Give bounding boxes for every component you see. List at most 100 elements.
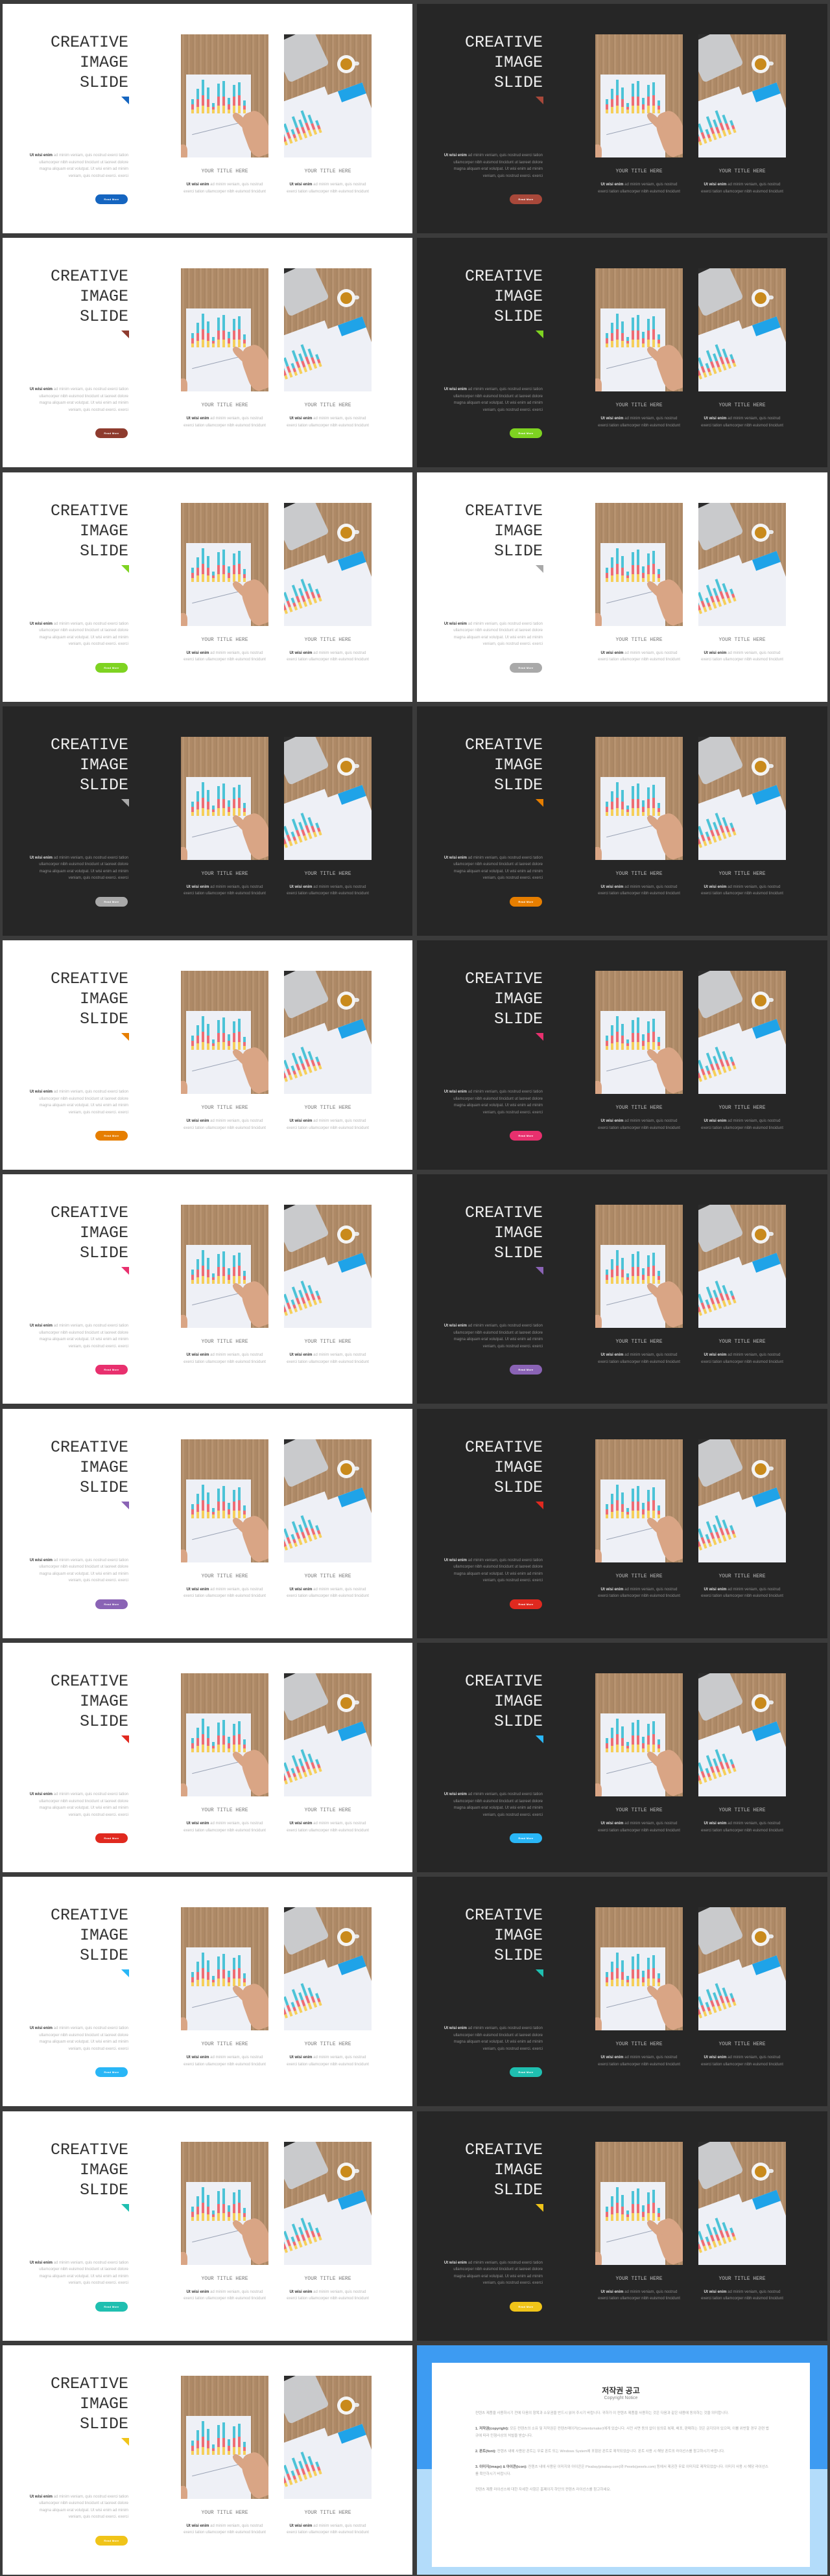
- emphasis-text: Ut wisi enim: [444, 1558, 467, 1562]
- slide[interactable]: CREATIVE IMAGE SLIDE Ut wisi enim ad minim …: [417, 2111, 827, 2341]
- read-more-button[interactable]: Read More: [95, 662, 128, 673]
- chart-bar: [313, 831, 318, 838]
- read-more-button[interactable]: Read More: [95, 2535, 128, 2546]
- read-more-button[interactable]: Read More: [95, 428, 128, 439]
- chart-bar: [717, 1771, 722, 1778]
- slide[interactable]: CREATIVE IMAGE SLIDE Ut wisi enim ad minim …: [417, 940, 827, 1170]
- card-title: YOUR TITLE HERE: [718, 870, 766, 877]
- chart-bar: [642, 800, 645, 807]
- chart-bar: [642, 1743, 645, 1749]
- emphasis-text: Ut wisi enim: [444, 1090, 467, 1095]
- slide[interactable]: CREATIVE IMAGE SLIDE Ut wisi enim ad minim …: [3, 1877, 412, 2107]
- chart-bar: [626, 1748, 629, 1753]
- chart-bar: [294, 371, 298, 377]
- slide[interactable]: CREATIVE IMAGE SLIDE Ut wisi enim ad minim …: [417, 1174, 827, 1404]
- chart-bar: [243, 802, 246, 808]
- chart-bar: [307, 1519, 313, 1529]
- slide[interactable]: CREATIVE IMAGE SLIDE Ut wisi enim ad minim …: [3, 2111, 412, 2341]
- chart-bar: [652, 1510, 655, 1518]
- chart-bar: [217, 2203, 220, 2213]
- coffee-cup-image: [752, 2162, 770, 2181]
- chart-bar: [217, 106, 220, 113]
- chart-bar: [298, 367, 303, 375]
- chart-bar: [303, 367, 308, 373]
- read-more-button[interactable]: Read More: [95, 1833, 128, 1844]
- slide[interactable]: CREATIVE IMAGE SLIDE Ut wisi enim ad minim …: [417, 1408, 827, 1638]
- chart-bar: [222, 1501, 225, 1511]
- chart-bar: [698, 1312, 703, 1317]
- read-more-button[interactable]: Read More: [95, 1365, 128, 1375]
- read-more-button[interactable]: Read More: [510, 194, 542, 204]
- slide[interactable]: CREATIVE IMAGE SLIDE Ut wisi enim ad minim …: [417, 1877, 827, 2107]
- chart-bar: [611, 107, 613, 113]
- read-more-button[interactable]: Read More: [95, 1131, 128, 1141]
- read-more-button[interactable]: Read More: [510, 1599, 542, 1609]
- slide[interactable]: CREATIVE IMAGE SLIDE Ut wisi enim ad minim …: [417, 4, 827, 233]
- slide[interactable]: CREATIVE IMAGE SLIDE Ut wisi enim ad minim …: [417, 1643, 827, 1873]
- slide[interactable]: CREATIVE IMAGE SLIDE Ut wisi enim ad minim …: [3, 1643, 412, 1873]
- chart-bar: [652, 1968, 655, 1979]
- chart-bar: [196, 1738, 199, 1746]
- chart-bar: [238, 1745, 241, 1753]
- slide[interactable]: CREATIVE IMAGE SLIDE Ut wisi enim ad minim …: [3, 238, 412, 468]
- chart-bar: [729, 822, 734, 829]
- chart-bar: [703, 372, 707, 378]
- chart-bar: [313, 1768, 318, 1774]
- chart-bar: [637, 1720, 639, 1736]
- read-more-button[interactable]: Read More: [510, 662, 542, 673]
- chart-bar: [222, 1017, 225, 1034]
- chart-bar: [652, 550, 655, 564]
- chart-bar: [632, 2190, 634, 2204]
- chart-bar: [658, 334, 660, 340]
- read-more-button[interactable]: Read More: [95, 2301, 128, 2312]
- read-more-button[interactable]: Read More: [510, 2301, 542, 2312]
- slide[interactable]: CREATIVE IMAGE SLIDE Ut wisi enim ad minim …: [3, 2345, 412, 2575]
- slide[interactable]: CREATIVE IMAGE SLIDE Ut wisi enim ad minim …: [3, 940, 412, 1170]
- read-more-button[interactable]: Read More: [95, 1599, 128, 1609]
- chart-bar: [732, 362, 737, 367]
- chart-bar: [207, 1738, 209, 1746]
- chart-bar: [652, 1721, 655, 1735]
- read-more-button[interactable]: Read More: [95, 2067, 128, 2078]
- slide[interactable]: CREATIVE IMAGE SLIDE Ut wisi enim ad minim …: [3, 706, 412, 936]
- read-more-button[interactable]: Read More: [510, 2067, 542, 2078]
- title-line: SLIDE: [493, 1010, 543, 1029]
- coffee-cup-image: [337, 992, 355, 1010]
- chart-bar: [207, 2440, 209, 2448]
- read-more-button[interactable]: Read More: [95, 896, 128, 907]
- slide[interactable]: CREATIVE IMAGE SLIDE Ut wisi enim ad minim …: [417, 472, 827, 702]
- read-more-button[interactable]: Read More: [510, 1131, 542, 1141]
- slide[interactable]: CREATIVE IMAGE SLIDE Ut wisi enim ad minim …: [3, 1408, 412, 1638]
- read-more-button[interactable]: Read More: [510, 428, 542, 439]
- chart-bar: [698, 1073, 701, 1079]
- chart-bar: [637, 1969, 639, 1979]
- chart-bar: [295, 2000, 301, 2008]
- chart-bar: [228, 104, 230, 110]
- blue-label: [337, 2424, 366, 2444]
- chart-bar: [725, 1060, 730, 1067]
- blue-label: [752, 82, 781, 102]
- slide[interactable]: CREATIVE IMAGE SLIDE Ut wisi enim ad minim …: [417, 706, 827, 936]
- read-more-button[interactable]: Read More: [510, 1365, 542, 1375]
- slide[interactable]: CREATIVE IMAGE SLIDE Ut wisi enim ad minim …: [417, 238, 827, 468]
- chart-bar: [238, 1721, 241, 1735]
- slide[interactable]: CREATIVE IMAGE SLIDE Ut wisi enim ad minim …: [3, 1174, 412, 1404]
- chart-bar: [611, 323, 613, 334]
- chart-bar: [207, 555, 209, 568]
- slide[interactable]: CREATIVE IMAGE SLIDE Ut wisi enim ad minim …: [3, 472, 412, 702]
- slide[interactable]: CREATIVE IMAGE SLIDE Ut wisi enim ad minim …: [3, 4, 412, 233]
- read-more-button[interactable]: Read More: [510, 1833, 542, 1844]
- chart-bar: [611, 801, 613, 809]
- chart-bar: [311, 1996, 316, 2004]
- chart-bar: [722, 1769, 727, 1776]
- title-line: CREATIVE: [50, 267, 128, 286]
- coffee-cup-image: [337, 289, 355, 308]
- chart-bar: [295, 127, 301, 134]
- read-more-button[interactable]: Read More: [95, 194, 128, 204]
- chart-bar: [307, 2222, 313, 2231]
- read-more-button[interactable]: Read More: [510, 896, 542, 907]
- chart-bar: [647, 1969, 650, 1979]
- chart-bar: [722, 2002, 727, 2010]
- chart-bar: [191, 801, 194, 807]
- title-line: SLIDE: [493, 307, 543, 327]
